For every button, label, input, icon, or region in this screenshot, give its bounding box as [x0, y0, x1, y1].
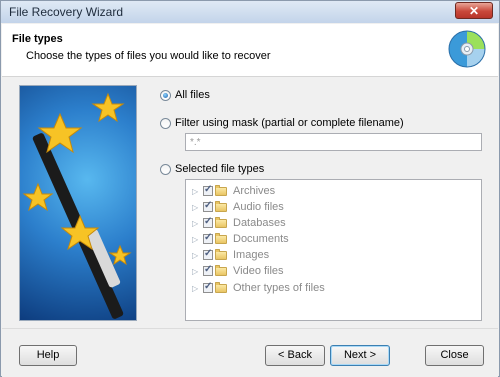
radio-selected-types-label[interactable]: Selected file types	[175, 163, 264, 175]
checkbox-archives[interactable]	[203, 184, 213, 196]
page-subtitle: Choose the types of files you would like…	[26, 50, 271, 62]
expand-arrow-icon[interactable]: ▷	[192, 203, 200, 212]
tree-item-label: Video files	[233, 265, 284, 277]
expand-arrow-icon[interactable]: ▷	[192, 219, 200, 228]
folder-icon	[215, 200, 227, 212]
folder-icon	[215, 248, 227, 260]
radio-all-files[interactable]: All files	[160, 87, 210, 103]
radio-filter-mask-label[interactable]: Filter using mask (partial or complete f…	[175, 117, 404, 129]
title-bar[interactable]: File Recovery Wizard ✕	[1, 1, 499, 23]
folder-icon	[215, 216, 227, 228]
checkbox-documents[interactable]	[203, 232, 213, 244]
wizard-footer: Help < Back Next > Close	[2, 328, 498, 377]
tree-item-archives[interactable]: ▷ Archives	[192, 183, 275, 199]
wizard-header: File types Choose the types of files you…	[2, 24, 498, 77]
close-button[interactable]: Close	[425, 345, 484, 366]
tree-item-audio[interactable]: ▷ Audio files	[192, 199, 284, 215]
checkbox-audio[interactable]	[203, 200, 213, 212]
expand-arrow-icon[interactable]: ▷	[192, 187, 200, 196]
tree-item-label: Images	[233, 249, 270, 261]
tree-item-databases[interactable]: ▷ Databases	[192, 215, 286, 231]
magic-wand-illustration	[22, 92, 132, 319]
tree-item-label: Archives	[233, 185, 276, 197]
back-button[interactable]: < Back	[265, 345, 325, 366]
magic-wand-image	[19, 85, 137, 321]
folder-icon	[215, 264, 227, 276]
folder-icon	[215, 232, 227, 244]
page-title: File types	[12, 33, 63, 45]
disc-recovery-icon	[448, 30, 486, 68]
window-close-button[interactable]: ✕	[455, 2, 493, 19]
folder-icon	[215, 281, 227, 293]
radio-all-files-label[interactable]: All files	[175, 89, 210, 101]
checkbox-other[interactable]	[203, 281, 213, 293]
wizard-content: All files Filter using mask (partial or …	[2, 77, 498, 327]
radio-filter-mask[interactable]: Filter using mask (partial or complete f…	[160, 115, 404, 131]
tree-item-label: Databases	[233, 217, 286, 229]
radio-filter-mask-input[interactable]	[160, 117, 171, 129]
radio-selected-types[interactable]: Selected file types	[160, 161, 264, 177]
expand-arrow-icon[interactable]: ▷	[192, 284, 200, 293]
tree-item-label: Other types of files	[233, 282, 325, 294]
tree-item-other[interactable]: ▷ Other types of files	[192, 280, 325, 296]
checkbox-databases[interactable]	[203, 216, 213, 228]
tree-item-label: Documents	[233, 233, 289, 245]
window-title: File Recovery Wizard	[9, 5, 124, 19]
help-button[interactable]: Help	[19, 345, 77, 366]
tree-item-documents[interactable]: ▷ Documents	[192, 231, 289, 247]
radio-selected-types-input[interactable]	[160, 163, 171, 175]
folder-icon	[215, 184, 227, 196]
wizard-window: File Recovery Wizard ✕ File types Choose…	[0, 0, 500, 377]
next-button[interactable]: Next >	[330, 345, 390, 366]
expand-arrow-icon[interactable]: ▷	[192, 267, 200, 276]
checkbox-images[interactable]	[203, 248, 213, 260]
file-types-tree[interactable]: ▷ Archives ▷ Audio files ▷ Databases ▷	[185, 179, 482, 321]
checkbox-video[interactable]	[203, 264, 213, 276]
tree-item-video[interactable]: ▷ Video files	[192, 263, 284, 279]
tree-item-label: Audio files	[233, 201, 284, 213]
radio-all-files-input[interactable]	[160, 89, 171, 101]
expand-arrow-icon[interactable]: ▷	[192, 251, 200, 260]
tree-item-images[interactable]: ▷ Images	[192, 247, 269, 263]
expand-arrow-icon[interactable]: ▷	[192, 235, 200, 244]
mask-input[interactable]	[185, 133, 482, 151]
